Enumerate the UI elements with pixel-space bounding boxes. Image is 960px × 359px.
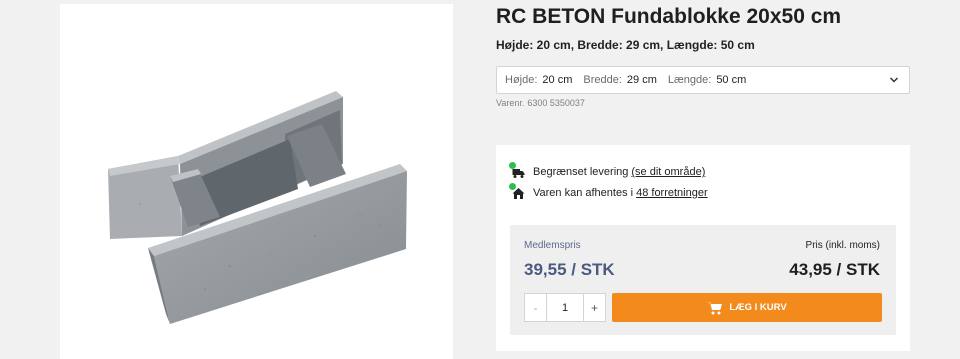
variant-width-label: Bredde: [583, 74, 622, 86]
quantity-input[interactable]: 1 [546, 294, 584, 321]
pickup-info: Varen kan afhentes i 48 forretninger [509, 182, 708, 201]
member-price: 39,55 / STK [524, 260, 615, 279]
add-to-cart-label: LÆG I KURV [729, 302, 787, 313]
list-price-label: Pris (inkl. moms) [805, 240, 880, 251]
chevron-down-icon [889, 77, 899, 83]
quantity-stepper: - 1 + [524, 293, 606, 322]
product-image[interactable] [60, 4, 453, 359]
price-box: Medlemspris 39,55 / STK Pris (inkl. moms… [510, 225, 896, 335]
variant-height-value: 20 cm [542, 74, 573, 86]
stores-link[interactable]: 48 forretninger [636, 187, 708, 199]
availability-dot [509, 182, 516, 190]
store-icon [509, 182, 525, 200]
member-price-label: Medlemspris [524, 240, 581, 251]
add-to-cart-button[interactable]: LÆG I KURV [612, 293, 882, 322]
variant-length-label: Længde: [667, 74, 712, 86]
item-number-value: 6300 5350037 [527, 98, 585, 108]
delivery-area-link[interactable]: (se dit område) [631, 166, 705, 178]
variant-height-label: Højde: [505, 74, 538, 86]
cart-icon [707, 301, 723, 314]
variant-select[interactable]: Højde: 20 cm Bredde: 29 cm Længde: 50 cm [496, 66, 910, 94]
availability-dot [509, 161, 516, 169]
decrease-quantity-button[interactable]: - [525, 294, 546, 321]
variant-width-value: 29 cm [626, 74, 657, 86]
truck-icon [509, 161, 525, 179]
delivery-info: Begrænset levering (se dit område) [509, 161, 705, 180]
pickup-text: Varen kan afhentes i [533, 187, 634, 199]
product-title: RC BETON Fundablokke 20x50 cm [496, 5, 842, 28]
variant-length-value: 50 cm [716, 74, 747, 86]
purchase-panel: Begrænset levering (se dit område) Varen… [496, 145, 910, 351]
item-number-label: Varenr. [496, 98, 525, 108]
item-number: Varenr. 6300 5350037 [496, 98, 588, 108]
list-price: 43,95 / STK [789, 260, 880, 279]
product-dimensions: Højde: 20 cm, Bredde: 29 cm, Længde: 50 … [496, 38, 755, 52]
concrete-block-illustration [108, 91, 407, 324]
increase-quantity-button[interactable]: + [584, 294, 605, 321]
delivery-text: Begrænset levering [533, 166, 629, 178]
